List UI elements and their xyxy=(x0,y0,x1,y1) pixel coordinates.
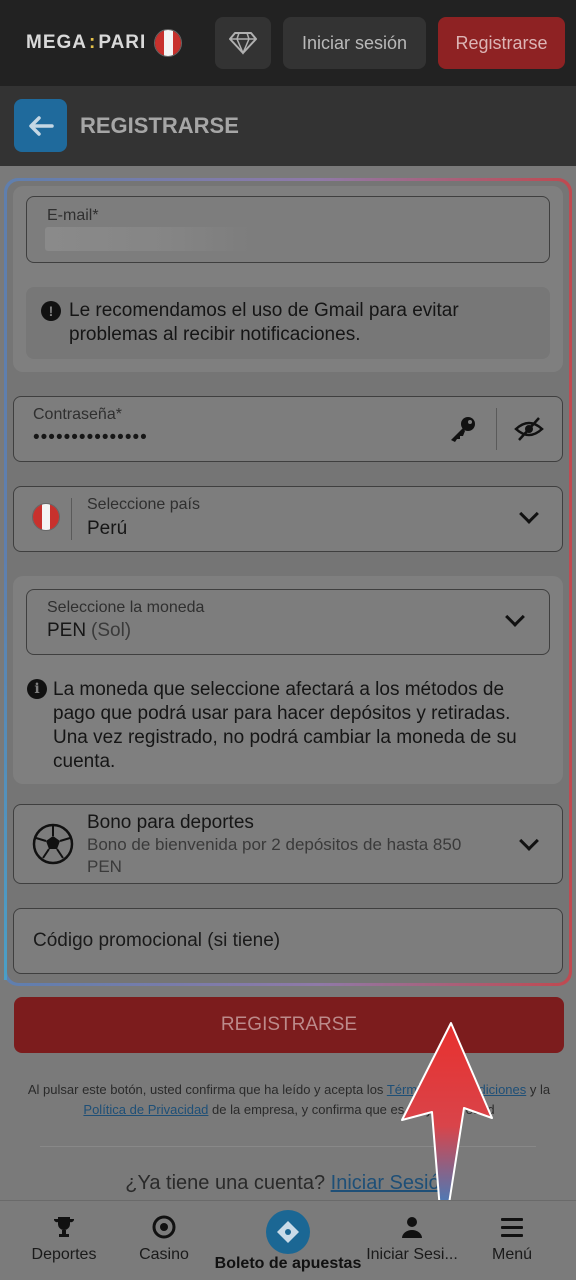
currency-name: (Sol) xyxy=(91,620,132,641)
megapari-logo[interactable]: MEGA : PARI xyxy=(26,28,183,58)
diamond-icon xyxy=(229,32,257,55)
nav-item-bet-slip[interactable] xyxy=(266,1210,310,1254)
ticket-icon xyxy=(277,1221,299,1243)
logo-text-right: PARI xyxy=(98,32,147,53)
page-title: REGISTRARSE xyxy=(80,113,239,138)
logo-colon: : xyxy=(89,32,97,53)
nav-item-deportes[interactable]: Deportes xyxy=(28,1214,100,1264)
logo-text-left: MEGA xyxy=(26,32,87,53)
gmail-notice-text: Le recomendamos el uso de Gmail para evi… xyxy=(69,300,459,345)
page-header: REGISTRARSE xyxy=(0,86,576,166)
soccer-ball-icon xyxy=(32,823,74,865)
currency-notice-text: La moneda que seleccione afectará a los … xyxy=(53,679,517,772)
currency-label: Seleccione la moneda xyxy=(47,599,205,616)
nav-item-menu[interactable]: Menú xyxy=(488,1214,536,1264)
password-divider xyxy=(496,408,497,450)
back-button[interactable] xyxy=(14,99,67,152)
bonus-title: Bono para deportes xyxy=(87,812,254,833)
arrow-left-icon xyxy=(28,115,54,136)
bet-slip-label: Boleto de apuestas xyxy=(214,1255,362,1272)
hamburger-icon xyxy=(499,1214,525,1240)
info-icon: i xyxy=(27,679,47,699)
user-icon xyxy=(399,1214,425,1240)
currency-code: PEN xyxy=(47,620,87,641)
email-value-redacted xyxy=(45,227,250,251)
peru-flag-icon xyxy=(32,503,60,531)
annotation-arrow xyxy=(401,1022,493,1211)
casino-chip-icon xyxy=(151,1214,177,1240)
promo-code-placeholder: Código promocional (si tiene) xyxy=(33,930,281,951)
vip-diamond-button[interactable] xyxy=(215,17,271,69)
email-label: E-mail* xyxy=(47,207,99,224)
privacy-link[interactable]: Política de Privacidad xyxy=(83,1102,208,1117)
nav-item-casino[interactable]: Casino xyxy=(136,1214,192,1264)
top-bar: MEGA : PARI Iniciar sesión Registrarse xyxy=(0,0,576,86)
country-label: Seleccione país xyxy=(87,496,200,513)
peru-flag-icon xyxy=(154,29,183,57)
country-value: Perú xyxy=(87,518,128,539)
password-value: ••••••••••••••• xyxy=(33,427,148,448)
login-button[interactable]: Iniciar sesión xyxy=(283,17,426,69)
key-icon[interactable] xyxy=(448,414,478,444)
exclamation-icon: ! xyxy=(41,301,61,321)
bonus-desc-line2: PEN xyxy=(87,857,122,876)
register-top-button[interactable]: Registrarse xyxy=(438,17,565,69)
nav-item-login[interactable]: Iniciar Sesi... xyxy=(364,1214,460,1264)
eye-off-icon[interactable] xyxy=(514,415,544,443)
country-divider xyxy=(71,498,72,540)
password-label: Contraseña* xyxy=(33,406,122,423)
bonus-desc-line1: Bono de bienvenida por 2 depósitos de ha… xyxy=(87,835,462,854)
trophy-icon xyxy=(51,1214,77,1240)
